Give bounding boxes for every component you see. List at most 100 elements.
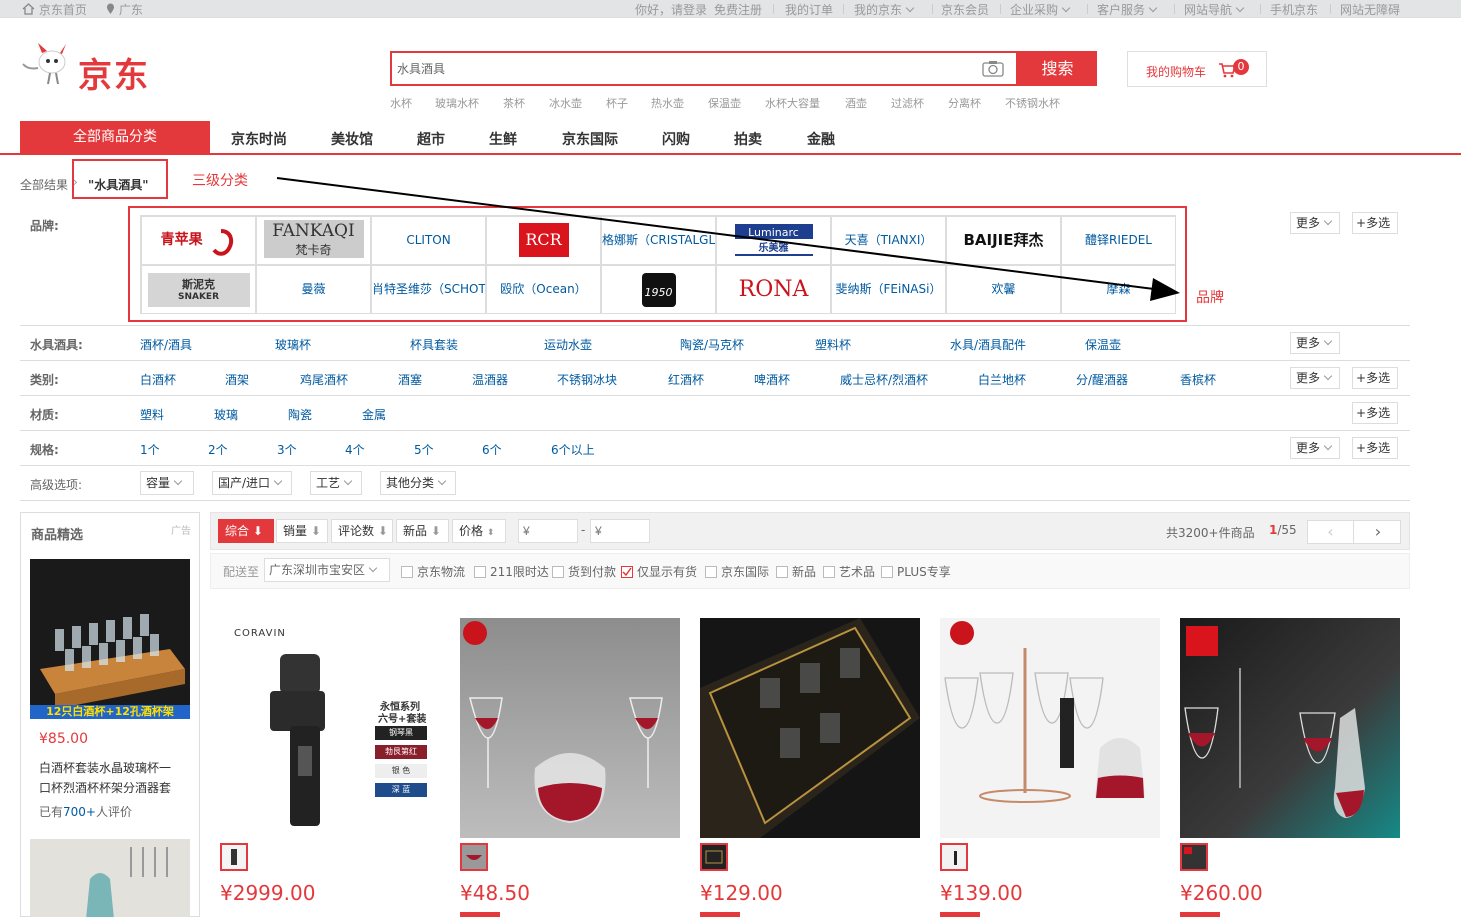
nav-item[interactable]: 拍卖 (734, 129, 762, 149)
sort-new-button[interactable]: 新品 ⬇ (396, 519, 449, 543)
checkbox-jd-logistics[interactable]: 京东物流 (401, 563, 465, 580)
product-image[interactable] (460, 618, 680, 838)
spec-option[interactable]: 3个 (277, 441, 297, 458)
sort-default-button[interactable]: 综合 ⬇ (218, 519, 274, 543)
shuiju-option[interactable]: 玻璃杯 (275, 336, 311, 353)
hotword-link[interactable]: 分离杯 (948, 95, 981, 111)
other-dropdown[interactable]: 其他分类 (380, 471, 456, 495)
hotword-link[interactable]: 过滤杯 (891, 95, 924, 111)
type-option[interactable]: 红酒杯 (668, 371, 704, 388)
product-thumbnail[interactable] (1180, 843, 1208, 871)
type-option[interactable]: 鸡尾酒杯 (300, 371, 348, 388)
material-option[interactable]: 陶瓷 (288, 406, 312, 423)
search-button[interactable]: 搜索 (1018, 51, 1097, 86)
sort-sales-button[interactable]: 销量 ⬇ (276, 519, 328, 543)
login-link[interactable]: 你好，请登录 (635, 1, 707, 18)
checkbox-art[interactable]: 艺术品 (823, 563, 875, 580)
prev-page-icon[interactable]: ‹ (1308, 521, 1354, 543)
nav-item[interactable]: 生鲜 (489, 129, 517, 149)
shuiju-option[interactable]: 运动水壶 (544, 336, 592, 353)
checkbox-in-stock[interactable]: 仅显示有货 (621, 563, 697, 580)
nav-item[interactable]: 美妆馆 (331, 129, 373, 149)
hotword-link[interactable]: 茶杯 (503, 95, 525, 111)
nav-item[interactable]: 京东国际 (562, 129, 618, 149)
hotword-link[interactable]: 玻璃水杯 (435, 95, 479, 111)
material-multi-button[interactable]: +多选 (1352, 402, 1398, 424)
spec-option[interactable]: 6个 (482, 441, 502, 458)
product-image[interactable] (940, 618, 1160, 838)
shuiju-option[interactable]: 酒杯/酒具 (140, 336, 192, 353)
product-thumbnail[interactable] (700, 843, 728, 871)
sort-price-button[interactable]: 价格 ⬍ (452, 519, 506, 543)
shuiju-option[interactable]: 水具/酒具配件 (950, 336, 1026, 353)
type-option[interactable]: 香槟杯 (1180, 371, 1216, 388)
type-option[interactable]: 白兰地杯 (978, 371, 1026, 388)
type-option[interactable]: 白酒杯 (140, 371, 176, 388)
enterprise-menu[interactable]: 企业采购 (1010, 1, 1071, 18)
type-more-button[interactable]: 更多 (1290, 367, 1340, 389)
search-input[interactable] (392, 53, 952, 84)
cart-button[interactable]: 我的购物车 0 (1127, 51, 1267, 87)
capacity-dropdown[interactable]: 容量 (140, 471, 194, 495)
price-min-input[interactable] (518, 519, 578, 543)
type-option[interactable]: 酒塞 (398, 371, 422, 388)
checkbox-jd-intl[interactable]: 京东国际 (705, 563, 769, 580)
jd-mascot-logo[interactable] (20, 40, 80, 86)
all-categories-button[interactable]: 全部商品分类 (20, 121, 210, 154)
shuiju-more-button[interactable]: 更多 (1290, 332, 1340, 354)
myjd-menu[interactable]: 我的京东 (854, 1, 915, 18)
nav-item[interactable]: 闪购 (662, 129, 690, 149)
mobile-link[interactable]: 手机京东 (1270, 1, 1318, 18)
shuiju-option[interactable]: 杯具套装 (410, 336, 458, 353)
hotword-link[interactable]: 水杯 (390, 95, 412, 111)
ship-location-dropdown[interactable]: 广东深圳市宝安区 (264, 558, 390, 582)
shuiju-option[interactable]: 保温壶 (1085, 336, 1121, 353)
shuiju-option[interactable]: 塑料杯 (815, 336, 851, 353)
type-option[interactable]: 不锈钢冰块 (557, 371, 617, 388)
register-link[interactable]: 免费注册 (714, 1, 762, 18)
hotword-link[interactable]: 冰水壶 (549, 95, 582, 111)
spec-option[interactable]: 4个 (345, 441, 365, 458)
sort-reviews-button[interactable]: 评论数 ⬇ (331, 519, 393, 543)
price-max-input[interactable] (590, 519, 650, 543)
type-option[interactable]: 酒架 (225, 371, 249, 388)
type-option[interactable]: 分/醒酒器 (1076, 371, 1128, 388)
spec-more-button[interactable]: 更多 (1290, 437, 1340, 459)
checkbox-cod[interactable]: 货到付款 (552, 563, 616, 580)
checkbox-211[interactable]: 211限时达 (474, 563, 549, 580)
shuiju-option[interactable]: 陶瓷/马克杯 (680, 336, 744, 353)
spec-option[interactable]: 5个 (414, 441, 434, 458)
material-option[interactable]: 金属 (362, 406, 386, 423)
jd-logo-text[interactable]: 京东 (78, 48, 150, 97)
spec-option[interactable]: 6个以上 (551, 441, 595, 458)
sidebar-product-title[interactable]: 白酒杯套装水晶玻璃杯一口杯烈酒杯杯架分酒器套 (39, 758, 179, 798)
type-option[interactable]: 温酒器 (472, 371, 508, 388)
sitenav-menu[interactable]: 网站导航 (1184, 1, 1245, 18)
product-thumbnail[interactable] (940, 843, 968, 871)
next-page-icon[interactable]: › (1355, 521, 1401, 543)
sidebar-product-image[interactable]: 12只白酒杯+12孔酒杯架 (30, 559, 190, 719)
product-image[interactable]: CORAVIN 永恒系列 六号+套装 钢琴黑 勃艮第红 银 色 深 蓝 (220, 618, 440, 838)
material-option[interactable]: 塑料 (140, 406, 164, 423)
brand-multi-button[interactable]: +多选 (1352, 212, 1398, 234)
nav-item[interactable]: 金融 (807, 129, 835, 149)
hotword-link[interactable]: 水杯大容量 (765, 95, 820, 111)
nav-item[interactable]: 超市 (417, 129, 445, 149)
product-image[interactable] (1180, 618, 1400, 838)
camera-icon[interactable] (982, 60, 1004, 77)
type-option[interactable]: 啤酒杯 (754, 371, 790, 388)
product-thumbnail[interactable] (460, 843, 488, 871)
orders-link[interactable]: 我的订单 (785, 1, 833, 18)
member-link[interactable]: 京东会员 (941, 1, 989, 18)
service-menu[interactable]: 客户服务 (1097, 1, 1158, 18)
hotword-link[interactable]: 保温壶 (708, 95, 741, 111)
spec-option[interactable]: 1个 (140, 441, 160, 458)
material-option[interactable]: 玻璃 (214, 406, 238, 423)
product-image[interactable] (700, 618, 920, 838)
product-thumbnail[interactable] (220, 843, 248, 871)
checkbox-plus[interactable]: PLUS专享 (881, 563, 951, 580)
home-link[interactable]: 京东首页 (22, 1, 87, 18)
origin-dropdown[interactable]: 国产/进口 (212, 471, 292, 495)
breadcrumb-all[interactable]: 全部结果 (20, 176, 68, 193)
location-selector[interactable]: 广东 (106, 1, 143, 18)
